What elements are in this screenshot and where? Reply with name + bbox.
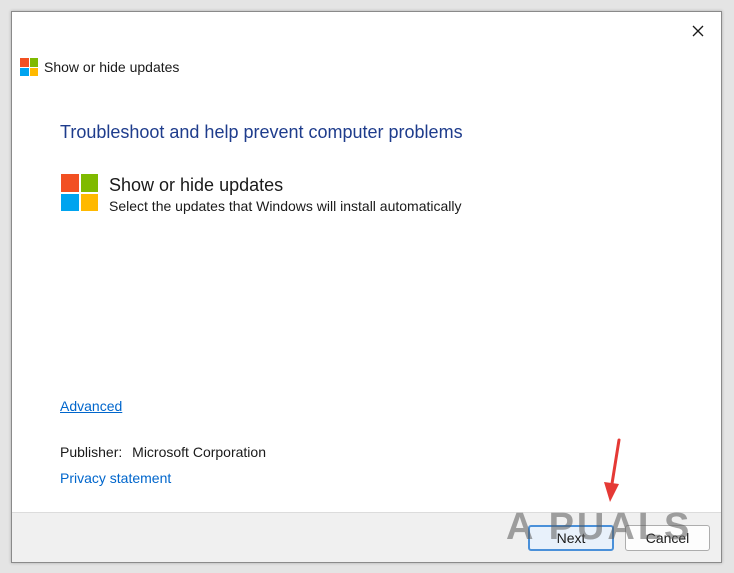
publisher-label: Publisher:	[60, 444, 123, 460]
cancel-button[interactable]: Cancel	[625, 525, 710, 551]
next-button[interactable]: Next	[528, 525, 614, 551]
close-button[interactable]	[683, 18, 713, 44]
task-title: Show or hide updates	[109, 175, 284, 195]
close-icon	[692, 25, 704, 37]
troubleshooter-task: Show or hide updates Select the updates …	[61, 174, 462, 215]
dialog-titlebar: Show or hide updates	[20, 58, 179, 76]
publisher-info: Publisher: Microsoft Corporation	[60, 444, 266, 460]
publisher-value: Microsoft Corporation	[132, 444, 266, 460]
task-description: Select the updates that Windows will ins…	[109, 198, 462, 214]
troubleshooter-dialog: Show or hide updates Troubleshoot and he…	[11, 11, 722, 563]
page-headline: Troubleshoot and help prevent computer p…	[60, 122, 463, 142]
advanced-link[interactable]: Advanced	[60, 398, 122, 414]
windows-logo-icon	[61, 174, 98, 211]
dialog-footer: Next Cancel	[12, 512, 721, 562]
dialog-title: Show or hide updates	[44, 59, 180, 75]
privacy-statement-link[interactable]: Privacy statement	[60, 470, 171, 486]
desktop: Show or hide updates Troubleshoot and he…	[0, 0, 734, 573]
windows-logo-icon	[20, 58, 38, 76]
